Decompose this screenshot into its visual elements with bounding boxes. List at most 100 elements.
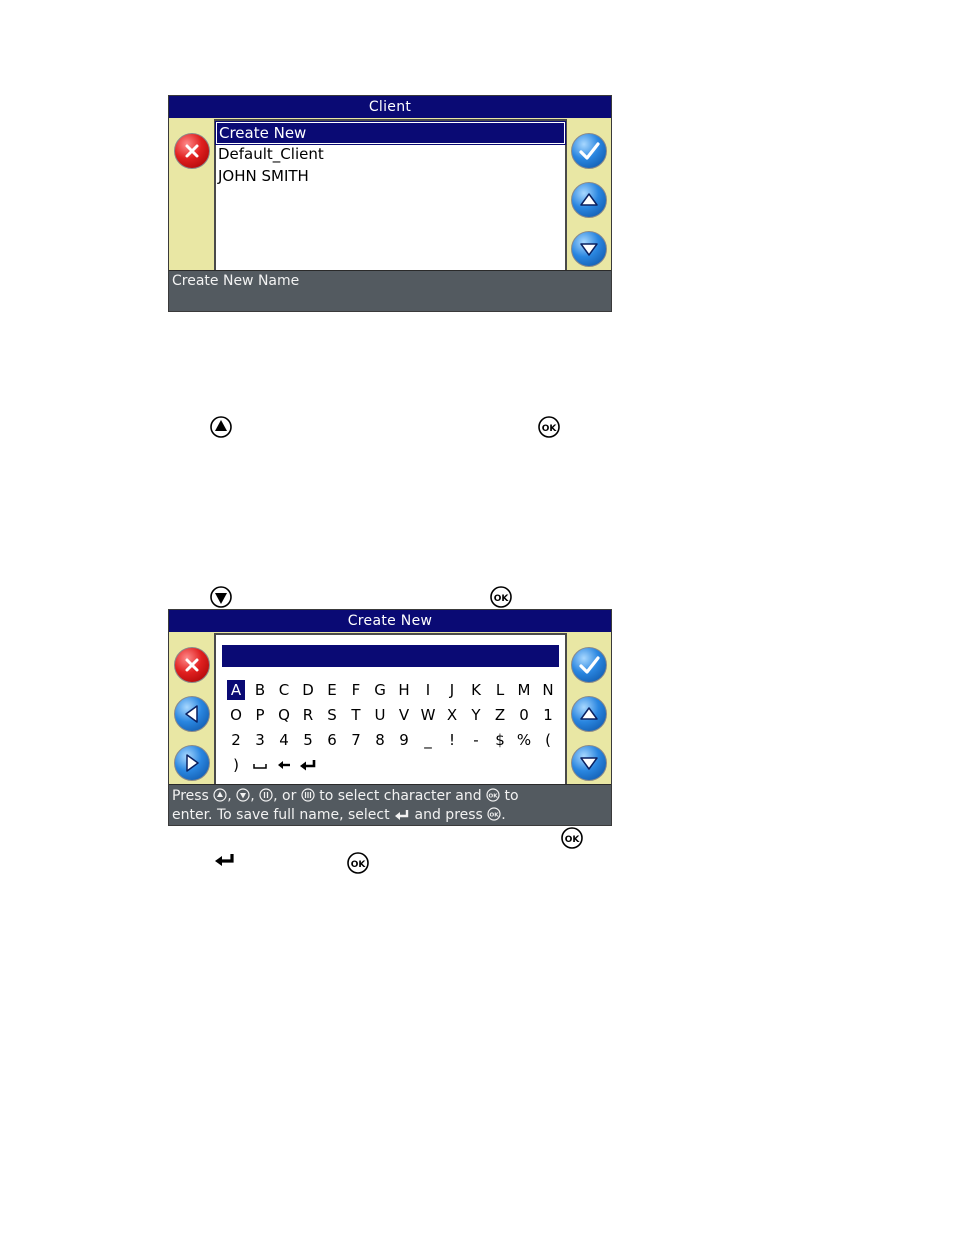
key[interactable]: T [344, 705, 368, 725]
key[interactable]: O [224, 705, 248, 725]
key[interactable]: V [392, 705, 416, 725]
key[interactable]: B [248, 680, 272, 700]
key[interactable]: Q [272, 705, 296, 725]
up-arrow-icon [209, 415, 233, 439]
key[interactable]: 4 [272, 730, 296, 750]
name-input-value [222, 648, 225, 664]
key[interactable]: 0 [512, 705, 536, 725]
scroll-down-button[interactable] [571, 231, 607, 267]
key[interactable]: D [296, 680, 320, 700]
key[interactable]: 5 [296, 730, 320, 750]
arrow-right-icon [186, 754, 199, 772]
key[interactable]: 9 [392, 730, 416, 750]
key[interactable]: J [440, 680, 464, 700]
key[interactable]: A [227, 679, 245, 700]
key[interactable]: S [320, 705, 344, 725]
key[interactable]: Y [464, 705, 488, 725]
key[interactable]: ) [224, 755, 248, 775]
key[interactable]: 8 [368, 730, 392, 750]
key[interactable]: 7 [344, 730, 368, 750]
move-right-button[interactable] [174, 745, 210, 781]
key[interactable]: 1 [536, 705, 560, 725]
key[interactable]: M [512, 680, 536, 700]
svg-text:OK: OK [542, 424, 558, 434]
key[interactable]: 3 [248, 730, 272, 750]
client-list[interactable]: Create New Default_Client JOHN SMITH [214, 119, 567, 272]
down-arrow-icon [209, 585, 233, 609]
move-down-button[interactable] [571, 745, 607, 781]
key[interactable]: _ [416, 730, 440, 750]
list-item[interactable]: JOHN SMITH [216, 166, 565, 188]
key[interactable]: ! [440, 730, 464, 750]
key[interactable]: 6 [320, 730, 344, 750]
down-circle-icon [236, 788, 250, 807]
arrow-up-icon [580, 193, 598, 206]
svg-text:OK: OK [494, 594, 510, 604]
key[interactable]: F [344, 680, 368, 700]
checkmark-icon [579, 142, 600, 160]
enter-icon [213, 852, 237, 868]
keyboard-status-bar: Press , , , or to select character and O… [169, 784, 611, 825]
key[interactable]: - [464, 730, 488, 750]
cancel-button[interactable] [174, 133, 210, 169]
ok-icon: OK [346, 851, 370, 875]
key[interactable]: W [416, 705, 440, 725]
key[interactable]: P [248, 705, 272, 725]
key-row: ABCDEFGHIJKLMN [224, 677, 558, 702]
softkey-2-icon [259, 788, 273, 807]
key-row: OPQRSTUVWXYZ01 [224, 702, 558, 727]
arrow-up-icon [580, 707, 598, 720]
arrow-down-icon [580, 757, 598, 770]
key[interactable]: E [320, 680, 344, 700]
x-icon [185, 658, 199, 672]
key[interactable]: C [272, 680, 296, 700]
key[interactable]: ( [536, 730, 560, 750]
svg-text:OK: OK [490, 813, 500, 819]
arrow-down-icon [580, 243, 598, 256]
key[interactable]: N [536, 680, 560, 700]
character-grid: A B C D E F G H I J K L M N O P Q R S T U V W X Y Z 0 1 2 3 4 5 6 7 8 9 _! - $… [224, 677, 558, 777]
list-item[interactable]: Default_Client [216, 144, 565, 166]
key-backspace-icon[interactable] [272, 755, 296, 775]
key[interactable]: L [488, 680, 512, 700]
svg-text:OK: OK [565, 835, 581, 845]
softkey-3-icon [301, 788, 315, 807]
checkmark-icon [579, 656, 600, 674]
key[interactable]: 2 [224, 730, 248, 750]
move-left-button[interactable] [174, 696, 210, 732]
key-enter-icon[interactable] [296, 755, 320, 775]
key[interactable]: I [416, 680, 440, 700]
client-status-bar: Create New Name [169, 270, 611, 311]
cancel-button[interactable] [174, 647, 210, 683]
accept-button[interactable] [571, 647, 607, 683]
scroll-up-button[interactable] [571, 182, 607, 218]
key[interactable]: H [392, 680, 416, 700]
create-new-screen: Create New ABCDEFGHIJKLMNOPQRSTUVWXYZ012… [168, 609, 612, 826]
ok-icon: OK [537, 415, 561, 439]
status-line-1: Press , , , or to select character and O… [172, 788, 608, 807]
key-row: ) [224, 752, 558, 777]
ok-icon: OK [489, 585, 513, 609]
move-up-button[interactable] [571, 696, 607, 732]
key[interactable]: X [440, 705, 464, 725]
arrow-left-icon [185, 705, 198, 723]
key[interactable]: G [368, 680, 392, 700]
enter-icon [394, 809, 410, 826]
client-screen: Client Create New Default_Client JOHN SMIT… [168, 95, 612, 312]
accept-button[interactable] [571, 133, 607, 169]
status-text: Create New Name [172, 273, 300, 289]
list-item[interactable]: Create New [215, 121, 566, 145]
keyboard-panel: A B C D E F G H I J K L M N O P Q R S T U V W X Y Z 0 1 2 3 4 5 6 7 8 9 _! - $… [214, 633, 567, 786]
key-space-icon[interactable] [248, 755, 272, 775]
ok-icon: OK [487, 807, 501, 826]
key[interactable]: $ [488, 730, 512, 750]
client-title: Client [169, 96, 611, 118]
name-input[interactable] [222, 645, 559, 667]
key[interactable]: % [512, 730, 536, 750]
key[interactable]: U [368, 705, 392, 725]
key[interactable]: R [296, 705, 320, 725]
key[interactable]: K [464, 680, 488, 700]
key[interactable]: Z [488, 705, 512, 725]
svg-text:OK: OK [489, 794, 499, 800]
svg-text:OK: OK [351, 860, 367, 870]
